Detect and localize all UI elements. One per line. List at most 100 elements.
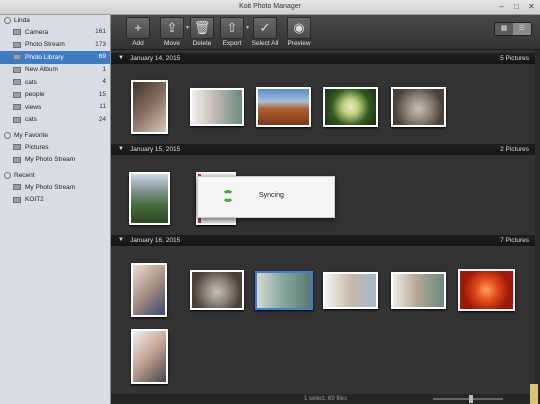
photo-thumbnail[interactable] — [256, 87, 311, 127]
collapse-triangle-icon[interactable]: ▼ — [118, 53, 124, 64]
title-bar: Koit Photo Manager – □ ✕ — [0, 0, 540, 15]
collapse-triangle-icon[interactable]: ▼ — [118, 144, 124, 155]
sidebar-item-people[interactable]: people 15 — [0, 89, 110, 102]
folder-icon — [13, 79, 21, 86]
move-icon: ⇪ ▾ — [160, 17, 189, 39]
folder-icon — [13, 91, 21, 98]
select-all-button[interactable]: ✓ Select All — [248, 17, 282, 49]
zoom-slider-knob[interactable] — [469, 395, 473, 403]
sidebar-item-count: 173 — [95, 40, 106, 48]
sidebar-item-count: 11 — [99, 103, 106, 110]
toolbar: + Add ⇪ ▾ Move 🗑 Delete ⇧ ▾ Export ✓ Selec… — [111, 15, 540, 50]
photo-thumbnail[interactable] — [391, 272, 446, 309]
delete-label: Delete — [192, 40, 212, 47]
sidebar-item-recent-photo-stream[interactable]: My Photo Stream — [0, 181, 110, 194]
photo-thumbnail-selected[interactable] — [255, 271, 313, 310]
photo-thumbnail[interactable] — [323, 87, 378, 127]
trash-icon: 🗑 — [190, 17, 214, 39]
move-button[interactable]: ⇪ ▾ Move — [155, 17, 189, 49]
view-toggle: ▦ ☰ — [494, 22, 532, 36]
section-header[interactable]: ▼ January 15, 2015 2 Pictures — [111, 144, 535, 155]
sidebar-item-count: 15 — [98, 90, 106, 98]
add-button[interactable]: + Add — [121, 17, 155, 49]
select-all-label: Select All — [251, 40, 279, 47]
sidebar-item-label: cats — [25, 78, 37, 86]
syncing-message: Syncing — [259, 192, 284, 199]
folder-icon — [13, 29, 21, 36]
sidebar-user-header[interactable]: Linda — [0, 15, 110, 26]
sidebar-item-count: 1 — [102, 65, 106, 73]
photo-grid: ▼ January 14, 2015 5 Pictures ▼ January … — [111, 50, 540, 394]
heart-icon — [4, 132, 11, 139]
grid-view-icon[interactable]: ▦ — [495, 23, 513, 35]
preview-button[interactable]: ◉ Preview — [282, 17, 316, 49]
sidebar-item-koit2[interactable]: KOIT2 — [0, 194, 110, 207]
folder-icon — [13, 66, 21, 73]
folder-icon — [13, 104, 21, 111]
close-icon[interactable]: ✕ — [527, 2, 536, 11]
sidebar-item-label: Photo Library — [25, 53, 64, 61]
photo-thumbnail[interactable] — [131, 329, 168, 384]
move-label: Move — [164, 40, 180, 47]
photo-thumbnail[interactable] — [129, 172, 170, 225]
sidebar-item-photo-stream[interactable]: Photo Stream 173 — [0, 39, 110, 52]
sidebar-item-cats[interactable]: cats 4 — [0, 76, 110, 89]
sidebar-item-new-album[interactable]: New Album 1 — [0, 64, 110, 77]
status-bar: 1 select, 69 files — [111, 394, 540, 404]
sidebar-item-label: KOIT2 — [25, 196, 44, 204]
sidebar-item-label: views — [25, 103, 42, 111]
minimize-icon[interactable]: – — [497, 2, 506, 11]
collapse-triangle-icon[interactable]: ▼ — [118, 235, 124, 246]
folder-icon — [13, 144, 21, 151]
zoom-slider[interactable] — [433, 395, 503, 403]
add-label: Add — [132, 40, 144, 47]
sidebar-item-camera[interactable]: Camera 161 — [0, 26, 110, 39]
user-name: Linda — [14, 17, 30, 24]
recent-heading: Recent — [14, 172, 35, 179]
sidebar-item-label: cats — [25, 116, 37, 124]
sidebar-item-my-photo-stream[interactable]: My Photo Stream — [0, 154, 110, 167]
sidebar-item-photo-library[interactable]: Photo Library 69 — [0, 51, 110, 64]
photo-thumbnail[interactable] — [391, 87, 446, 127]
sidebar-favorite-header[interactable]: My Favorite — [0, 130, 110, 141]
photo-thumbnail[interactable] — [131, 263, 167, 317]
section-count: 2 Pictures — [500, 146, 529, 153]
section-header[interactable]: ▼ January 14, 2015 5 Pictures — [111, 53, 535, 64]
sidebar-item-label: My Photo Stream — [25, 156, 76, 164]
sidebar-item-views[interactable]: views 11 — [0, 101, 110, 114]
sidebar-item-cats-2[interactable]: cats 24 — [0, 114, 110, 127]
sidebar-item-count: 24 — [98, 115, 106, 123]
sidebar-recent-header[interactable]: Recent — [0, 170, 110, 181]
delete-button[interactable]: 🗑 Delete — [185, 17, 219, 49]
section-count: 5 Pictures — [500, 55, 529, 62]
sidebar-item-pictures[interactable]: Pictures — [0, 141, 110, 154]
sidebar-item-label: My Photo Stream — [25, 183, 76, 191]
section-header[interactable]: ▼ January 16, 2015 7 Pictures — [111, 235, 535, 246]
checkmark-icon: ✓ — [253, 17, 277, 39]
photo-thumbnail[interactable] — [190, 270, 244, 310]
sidebar-item-label: Camera — [25, 28, 49, 36]
section-date: January 16, 2015 — [130, 237, 181, 244]
app-window: Koit Photo Manager – □ ✕ Linda Camera 16… — [0, 0, 540, 404]
photo-thumbnail[interactable] — [323, 272, 378, 309]
photo-thumbnail[interactable] — [458, 269, 515, 311]
sidebar-item-label: Pictures — [25, 143, 49, 151]
folder-icon — [13, 54, 21, 61]
folder-icon — [13, 156, 21, 163]
folder-icon — [13, 116, 21, 123]
preview-label: Preview — [287, 40, 311, 47]
window-title: Koit Photo Manager — [239, 3, 301, 10]
photo-thumbnail[interactable] — [131, 80, 168, 134]
user-icon — [4, 17, 11, 24]
sidebar-item-label: New Album — [25, 66, 58, 74]
list-view-icon[interactable]: ☰ — [513, 23, 531, 35]
eye-icon: ◉ — [287, 17, 311, 39]
section-date: January 15, 2015 — [130, 146, 181, 153]
maximize-icon[interactable]: □ — [512, 2, 521, 11]
sidebar: Linda Camera 161 Photo Stream 173 Photo … — [0, 15, 111, 404]
folder-icon — [13, 41, 21, 48]
export-button[interactable]: ⇧ ▾ Export — [215, 17, 249, 49]
scrollbar[interactable] — [535, 50, 540, 394]
corner-decoration — [530, 384, 538, 404]
photo-thumbnail[interactable] — [190, 88, 244, 126]
